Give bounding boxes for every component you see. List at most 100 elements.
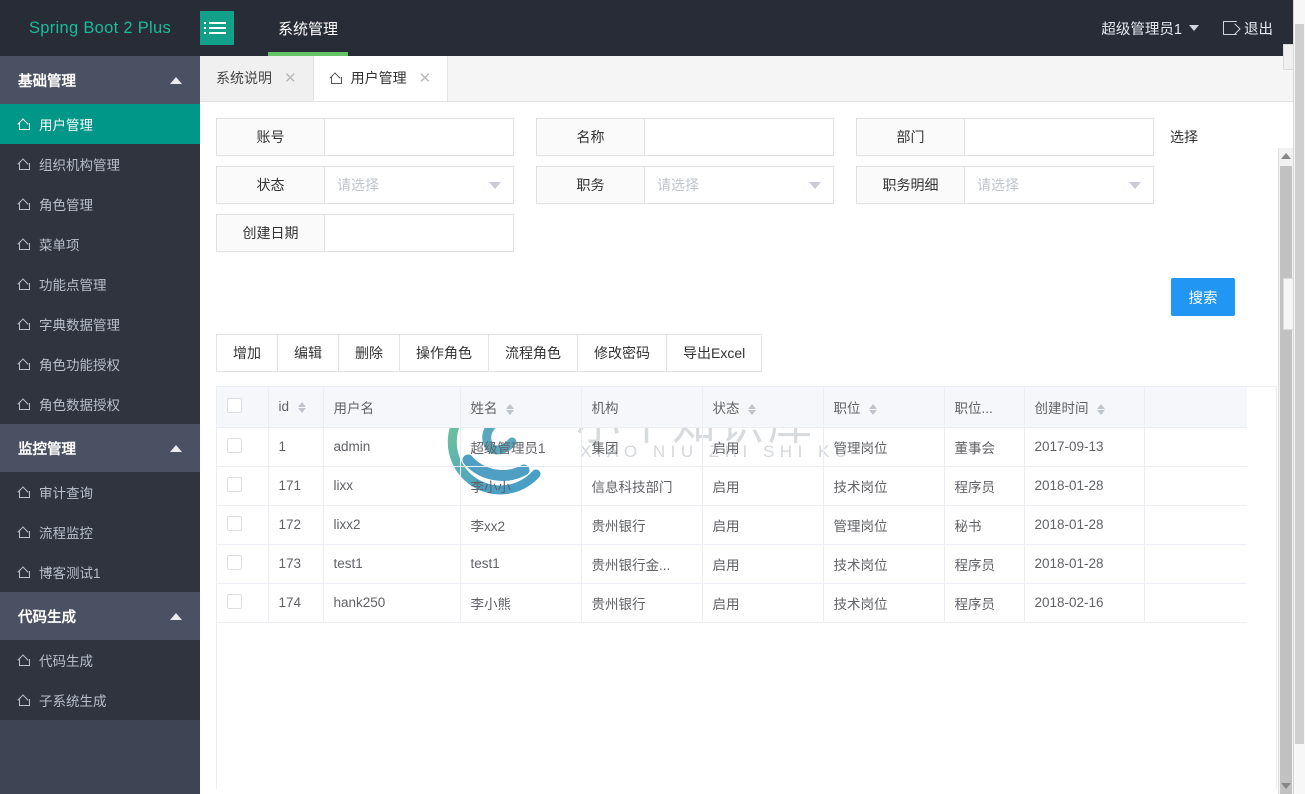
sidebar-group-code-generation[interactable]: 代码生成 — [0, 592, 200, 640]
sort-icon[interactable] — [748, 403, 757, 415]
col-post[interactable]: 职位 — [823, 387, 945, 428]
sidebar-item-blog-test-1[interactable]: 博客测试1 — [0, 552, 200, 592]
status-select-value: 请选择 — [337, 177, 379, 193]
col-org[interactable]: 机构 — [581, 387, 703, 428]
sidebar-item-process-monitor[interactable]: 流程监控 — [0, 512, 200, 552]
col-status-label: 状态 — [712, 400, 740, 416]
col-username[interactable]: 用户名 — [323, 387, 461, 428]
user-menu[interactable]: 超级管理员1 — [1101, 18, 1199, 39]
edge-floating-widget-top[interactable] — [1283, 44, 1293, 70]
process-role-button[interactable]: 流程角色 — [488, 334, 577, 372]
browser-scrollbar[interactable] — [1293, 0, 1305, 794]
row-checkbox[interactable] — [227, 515, 242, 531]
table-row[interactable]: 174 hank250 李小熊 贵州银行 启用 技术岗位 程序员 2018-02… — [217, 583, 1247, 623]
sidebar-item-user-management[interactable]: 用户管理 — [0, 104, 200, 144]
close-icon[interactable]: ✕ — [284, 71, 297, 86]
export-excel-button[interactable]: 导出Excel — [666, 334, 763, 372]
cell-post-detail: 程序员 — [944, 544, 1025, 584]
sidebar-group-monitor-management[interactable]: 监控管理 — [0, 424, 200, 472]
field-status: 状态 请选择 — [216, 166, 514, 204]
scroll-down-arrow-icon[interactable] — [1279, 778, 1293, 794]
sort-icon[interactable] — [297, 402, 306, 414]
sort-icon[interactable] — [1097, 403, 1106, 415]
scroll-up-arrow-icon[interactable] — [1279, 148, 1293, 164]
change-password-button[interactable]: 修改密码 — [577, 334, 666, 372]
content-scrollbar[interactable] — [1278, 148, 1293, 794]
close-icon[interactable]: ✕ — [419, 71, 432, 86]
topnav-item-system-management[interactable]: 系统管理 — [260, 0, 356, 56]
col-post-label: 职位 — [833, 400, 861, 416]
cell-org: 集团 — [581, 427, 703, 467]
sidebar-item-dictionary-data-management[interactable]: 字典数据管理 — [0, 304, 200, 344]
account-input[interactable] — [325, 119, 513, 155]
department-input[interactable] — [965, 119, 1153, 155]
sort-icon[interactable] — [506, 403, 515, 415]
col-post-detail-label: 职位... — [954, 400, 993, 416]
table-row[interactable]: 173 test1 test1 贵州银行金... 启用 技术岗位 程序员 201… — [217, 544, 1247, 584]
top-header-bar: Spring Boot 2 Plus 系统管理 超级管理员1 退出 — [0, 0, 1293, 56]
operation-role-button[interactable]: 操作角色 — [399, 334, 488, 372]
col-spacer — [1144, 387, 1247, 428]
edit-button[interactable]: 编辑 — [277, 334, 338, 372]
browser-scrollbar-thumb[interactable] — [1295, 24, 1304, 744]
home-icon — [18, 526, 31, 538]
cell-spacer — [1144, 427, 1247, 467]
duty-detail-select[interactable]: 请选择 — [965, 167, 1153, 203]
field-duty: 职务 请选择 — [536, 166, 834, 204]
status-select[interactable]: 请选择 — [325, 167, 513, 203]
sidebar-item-role-management[interactable]: 角色管理 — [0, 184, 200, 224]
select-all-checkbox[interactable] — [227, 397, 242, 413]
cell-name: 李小小 — [460, 466, 582, 506]
sidebar-item-org-management[interactable]: 组织机构管理 — [0, 144, 200, 184]
field-create-date: 创建日期 — [216, 214, 514, 252]
row-checkbox[interactable] — [227, 593, 242, 609]
sort-icon[interactable] — [869, 403, 878, 415]
select-department-link[interactable]: 选择 — [1170, 119, 1198, 155]
add-button[interactable]: 增加 — [216, 334, 277, 372]
sidebar-item-role-data-auth[interactable]: 角色数据授权 — [0, 384, 200, 424]
col-name[interactable]: 姓名 — [460, 387, 582, 428]
table-row[interactable]: 172 lixx2 李xx2 贵州银行 启用 管理岗位 秘书 2018-01-2… — [217, 505, 1247, 545]
tab-user-management[interactable]: 用户管理 ✕ — [313, 56, 449, 101]
sidebar-item-audit-query[interactable]: 审计查询 — [0, 472, 200, 512]
sidebar-item-menu-items[interactable]: 菜单项 — [0, 224, 200, 264]
create-date-input[interactable] — [325, 215, 513, 251]
cell-created: 2017-09-13 — [1024, 427, 1145, 467]
sidebar-group-basic-management[interactable]: 基础管理 — [0, 56, 200, 104]
table-row[interactable]: 171 lixx 李小小 信息科技部门 启用 技术岗位 程序员 2018-01-… — [217, 466, 1247, 506]
col-status[interactable]: 状态 — [702, 387, 824, 428]
sidebar-item-code-generation[interactable]: 代码生成 — [0, 640, 200, 680]
row-checkbox[interactable] — [227, 437, 242, 453]
sidebar-item-subsystem-generation[interactable]: 子系统生成 — [0, 680, 200, 720]
table-row[interactable]: 1 admin 超级管理员1 集团 启用 管理岗位 董事会 2017-09-13 — [217, 427, 1247, 467]
logout-button[interactable]: 退出 — [1223, 18, 1273, 39]
logout-icon — [1223, 21, 1237, 35]
duty-select-value: 请选择 — [657, 177, 699, 193]
field-duty-label: 职务 — [537, 167, 645, 203]
cell-post-detail: 程序员 — [944, 583, 1025, 623]
hamburger-icon[interactable] — [200, 11, 234, 45]
user-name-label: 超级管理员1 — [1101, 21, 1182, 38]
duty-select[interactable]: 请选择 — [645, 167, 833, 203]
sidebar-item-function-point-management[interactable]: 功能点管理 — [0, 264, 200, 304]
row-checkbox[interactable] — [227, 476, 242, 492]
col-post-detail[interactable]: 职位... — [944, 387, 1025, 428]
home-icon — [18, 278, 31, 290]
name-input[interactable] — [645, 119, 833, 155]
sidebar-group-basic-items: 用户管理 组织机构管理 角色管理 菜单项 功能点管理 字典数据管理 角色功能授权… — [0, 104, 200, 424]
users-table: id 用户名 姓名 机构 状态 职位 职位... 创建时间 1 admin 超级… — [217, 387, 1247, 623]
sidebar-item-role-function-auth[interactable]: 角色功能授权 — [0, 344, 200, 384]
sidebar-group-label: 代码生成 — [18, 609, 76, 626]
search-form-row-3: 创建日期 — [216, 214, 1277, 252]
col-created[interactable]: 创建时间 — [1024, 387, 1145, 428]
edge-floating-widget[interactable] — [1283, 278, 1293, 330]
search-button[interactable]: 搜索 — [1171, 278, 1235, 316]
scrollbar-thumb[interactable] — [1280, 166, 1292, 794]
delete-button[interactable]: 删除 — [338, 334, 399, 372]
col-id[interactable]: id — [268, 387, 324, 428]
col-org-label: 机构 — [591, 400, 619, 416]
cell-post-detail: 董事会 — [944, 427, 1025, 467]
tab-system-description[interactable]: 系统说明 ✕ — [200, 56, 314, 101]
row-checkbox[interactable] — [227, 554, 242, 570]
cell-username: lixx — [323, 466, 461, 506]
